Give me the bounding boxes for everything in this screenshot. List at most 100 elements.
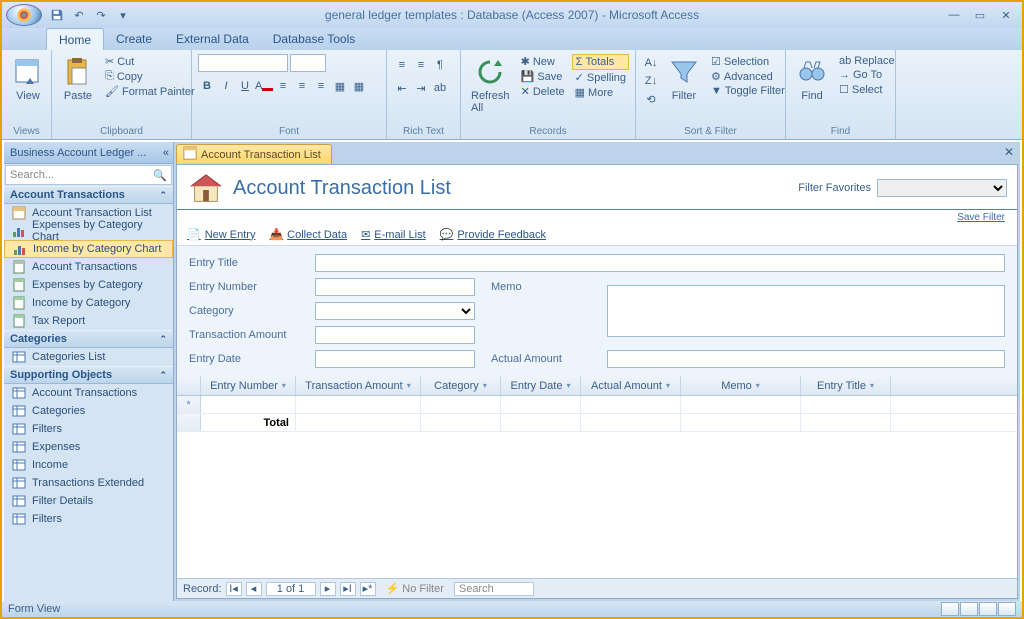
- provide-feedback-link[interactable]: 💬Provide Feedback: [440, 228, 546, 241]
- font-family-dropdown[interactable]: [198, 54, 288, 72]
- tab-home[interactable]: Home: [46, 28, 104, 50]
- paste-button[interactable]: Paste: [58, 54, 98, 104]
- find-button[interactable]: Find: [792, 54, 832, 104]
- redo-icon[interactable]: ↷: [92, 6, 110, 24]
- close-doc-button[interactable]: ✕: [1004, 145, 1014, 159]
- sort-asc-button[interactable]: A↓: [642, 54, 660, 72]
- filter-favorites-dropdown[interactable]: [877, 179, 1007, 197]
- view-button[interactable]: View: [8, 54, 48, 104]
- col-entry-date[interactable]: Entry Date▾: [501, 376, 581, 395]
- align-right-button[interactable]: ≡: [312, 77, 330, 95]
- office-button[interactable]: [6, 4, 42, 26]
- no-filter-indicator[interactable]: ⚡ No Filter: [386, 582, 444, 595]
- align-left-button[interactable]: ≡: [274, 77, 292, 95]
- first-record-button[interactable]: I◂: [226, 582, 242, 596]
- input-entry-number[interactable]: [315, 278, 475, 296]
- totals-button[interactable]: ΣTotals: [572, 54, 629, 70]
- nav-section-supporting-objects[interactable]: Supporting Objects⌃: [4, 366, 173, 384]
- nav-collapse-icon[interactable]: «: [163, 147, 169, 159]
- underline-button[interactable]: U: [236, 77, 254, 95]
- font-color-button[interactable]: A: [255, 77, 273, 95]
- col-entry-title[interactable]: Entry Title▾: [801, 376, 891, 395]
- nav-section-account-transactions[interactable]: Account Transactions⌃: [4, 186, 173, 204]
- input-actual-amount[interactable]: [607, 350, 1005, 368]
- save-icon[interactable]: [48, 6, 66, 24]
- grid-corner[interactable]: [177, 376, 201, 395]
- nav-item-filters[interactable]: Filters: [4, 510, 173, 528]
- doc-tab-account-transaction-list[interactable]: Account Transaction List: [176, 144, 332, 164]
- increase-indent-button[interactable]: ⇥: [412, 79, 430, 97]
- nav-item-account-transactions[interactable]: Account Transactions: [4, 384, 173, 402]
- new-record-nav-button[interactable]: ▸*: [360, 582, 376, 596]
- spelling-button[interactable]: ✓Spelling: [572, 70, 629, 85]
- col-actual-amount[interactable]: Actual Amount▾: [581, 376, 681, 395]
- input-entry-title[interactable]: [315, 254, 1005, 272]
- undo-icon[interactable]: ↶: [70, 6, 88, 24]
- save-record-button[interactable]: 💾Save: [518, 69, 568, 84]
- bullet-list-button[interactable]: ≡: [393, 56, 411, 74]
- grid-new-row[interactable]: *: [177, 396, 1017, 414]
- cut-button[interactable]: ✂Cut: [102, 54, 198, 69]
- gridlines-button[interactable]: ▦: [331, 77, 349, 95]
- nav-item-expenses[interactable]: Expenses: [4, 438, 173, 456]
- minimize-button[interactable]: —: [942, 7, 966, 23]
- toggle-filter-button[interactable]: ▼Toggle Filter: [708, 84, 788, 98]
- highlight-button[interactable]: ab: [431, 79, 449, 97]
- prev-record-button[interactable]: ◂: [246, 582, 262, 596]
- nav-item-filters[interactable]: Filters: [4, 420, 173, 438]
- more-button[interactable]: ▦More: [572, 85, 629, 100]
- filter-button[interactable]: Filter: [664, 54, 704, 104]
- nav-item-categories[interactable]: Categories: [4, 402, 173, 420]
- email-list-link[interactable]: ✉E-mail List: [361, 228, 426, 241]
- fill-color-button[interactable]: ▦: [350, 77, 368, 95]
- record-search-input[interactable]: Search: [454, 582, 534, 596]
- replace-button[interactable]: abReplace: [836, 54, 898, 68]
- sort-desc-button[interactable]: Z↓: [642, 72, 660, 90]
- font-size-dropdown[interactable]: [290, 54, 326, 72]
- copy-button[interactable]: ⎘Copy: [102, 69, 198, 84]
- new-entry-link[interactable]: 📄New Entry: [187, 228, 255, 241]
- input-entry-date[interactable]: [315, 350, 475, 368]
- nav-item-expenses-by-category-chart[interactable]: Expenses by Category Chart: [4, 222, 173, 240]
- design-view-button[interactable]: [998, 602, 1016, 616]
- input-memo[interactable]: [607, 285, 1005, 337]
- qat-dropdown-icon[interactable]: ▾: [114, 6, 132, 24]
- form-view-button[interactable]: [941, 602, 959, 616]
- input-category[interactable]: [315, 302, 475, 320]
- select-button[interactable]: ☐Select: [836, 82, 898, 97]
- goto-button[interactable]: →Go To: [836, 68, 898, 82]
- nav-item-income[interactable]: Income: [4, 456, 173, 474]
- last-record-button[interactable]: ▸I: [340, 582, 356, 596]
- nav-item-expenses-by-category[interactable]: Expenses by Category: [4, 276, 173, 294]
- refresh-all-button[interactable]: Refresh All: [467, 54, 514, 116]
- advanced-button[interactable]: ⚙Advanced: [708, 69, 788, 84]
- tab-create[interactable]: Create: [104, 28, 164, 50]
- nav-item-categories-list[interactable]: Categories List: [4, 348, 173, 366]
- italic-button[interactable]: I: [217, 77, 235, 95]
- align-center-button[interactable]: ≡: [293, 77, 311, 95]
- nav-item-income-by-category[interactable]: Income by Category: [4, 294, 173, 312]
- restore-button[interactable]: ▭: [968, 7, 992, 23]
- nav-item-income-by-category-chart[interactable]: Income by Category Chart: [4, 240, 173, 258]
- nav-item-tax-report[interactable]: Tax Report: [4, 312, 173, 330]
- numbered-list-button[interactable]: ≡: [412, 56, 430, 74]
- save-filter-link[interactable]: Save Filter: [957, 212, 1005, 223]
- clear-sort-button[interactable]: ⟲: [642, 90, 660, 108]
- col-entry-number[interactable]: Entry Number▾: [201, 376, 296, 395]
- col-memo[interactable]: Memo▾: [681, 376, 801, 395]
- col-category[interactable]: Category▾: [421, 376, 501, 395]
- tab-external-data[interactable]: External Data: [164, 28, 261, 50]
- nav-pane-header[interactable]: Business Account Ledger ... «: [4, 142, 173, 164]
- bold-button[interactable]: B: [198, 77, 216, 95]
- collect-data-link[interactable]: 📥Collect Data: [269, 228, 347, 241]
- nav-item-account-transactions[interactable]: Account Transactions: [4, 258, 173, 276]
- nav-item-transactions-extended[interactable]: Transactions Extended: [4, 474, 173, 492]
- next-record-button[interactable]: ▸: [320, 582, 336, 596]
- tab-database-tools[interactable]: Database Tools: [261, 28, 368, 50]
- new-record-button[interactable]: ✱New: [518, 54, 568, 69]
- nav-item-filter-details[interactable]: Filter Details: [4, 492, 173, 510]
- datasheet-view-button[interactable]: [960, 602, 978, 616]
- delete-record-button[interactable]: ✕Delete: [518, 84, 568, 99]
- close-button[interactable]: ✕: [994, 7, 1018, 23]
- decrease-indent-button[interactable]: ⇤: [393, 79, 411, 97]
